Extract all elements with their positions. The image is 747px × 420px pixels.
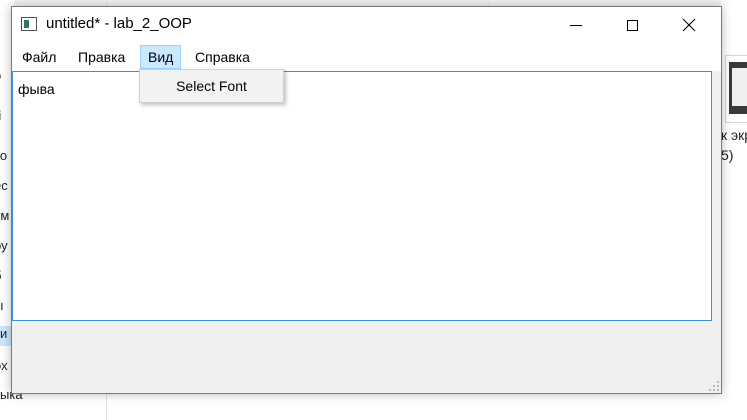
thumbnail-image [732,68,747,106]
maximize-button[interactable] [609,7,655,43]
background-text: ri [0,108,1,123]
menu-view[interactable]: Вид [140,45,182,69]
close-button[interactable] [666,7,712,43]
menu-help[interactable]: Справка [188,45,257,69]
menu-item-select-font[interactable]: Select Font [142,72,281,100]
title-bar[interactable]: untitled* - lab_2_OOP [12,7,721,43]
background-text: ру [0,238,8,253]
menu-edit[interactable]: Правка [71,45,132,69]
minimize-button[interactable] [553,7,599,43]
background-text: к экр [721,127,747,143]
text-editor[interactable]: фыва [12,71,712,321]
background-text: ec [0,178,8,193]
background-text: ум [0,208,10,223]
editor-content: фыва [18,81,55,97]
background-text: ы [0,298,3,313]
background-text: 5) [721,147,734,163]
window-title: untitled* - lab_2_OOP [46,15,192,32]
background-thumbnail [725,55,747,123]
close-icon [682,18,696,32]
app-icon[interactable] [21,17,37,31]
minimize-icon [570,24,582,26]
menu-bar: Файл Правка Вид Справка [12,43,721,71]
background-text: ох [0,358,8,373]
background-text: б [0,268,1,283]
resize-grip-icon[interactable] [709,381,719,391]
background-text: ко [0,148,8,163]
maximize-icon [626,19,638,31]
menu-file[interactable]: Файл [15,45,63,69]
background-text: o [0,68,1,83]
app-window: untitled* - lab_2_OOP Файл Правка Вид Сп… [11,6,722,394]
view-dropdown-menu: Select Font [139,69,284,103]
